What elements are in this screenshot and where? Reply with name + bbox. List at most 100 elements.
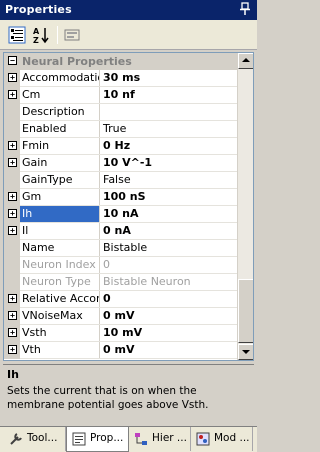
property-row[interactable]: + Il 0 nA (4, 223, 238, 240)
property-value[interactable] (101, 104, 238, 120)
property-row[interactable]: + Cm 10 nf (4, 87, 238, 104)
row-gutter: + (4, 223, 20, 240)
property-row[interactable]: Neuron Type Bistable Neuron (4, 274, 238, 291)
property-name[interactable]: Description (20, 104, 100, 120)
property-value[interactable]: True (101, 121, 238, 137)
property-pages-icon[interactable] (63, 26, 81, 44)
property-value[interactable]: 10 mV (101, 325, 238, 341)
property-name[interactable]: Ih (20, 206, 100, 222)
property-grid-rows: − Neural Properties +Accommodation30 ms+… (4, 53, 238, 359)
property-value[interactable]: 0 nA (101, 223, 238, 239)
row-gutter: + (4, 291, 20, 308)
property-value: Bistable Neuron (103, 275, 191, 288)
property-row[interactable]: Name Bistable (4, 240, 238, 257)
tab-wrench[interactable]: Tool... (4, 427, 66, 451)
property-grid: − Neural Properties +Accommodation30 ms+… (3, 52, 254, 361)
row-gutter: + (4, 155, 20, 172)
property-value[interactable]: 0 (101, 291, 238, 307)
property-row[interactable]: + Fmin 0 Hz (4, 138, 238, 155)
property-name[interactable]: Neuron Index (20, 257, 100, 273)
toolbar-separator (57, 26, 58, 44)
property-row[interactable]: Enabled True (4, 121, 238, 138)
property-name[interactable]: Enabled (20, 121, 100, 137)
property-row[interactable]: Description (4, 104, 238, 121)
expand-icon[interactable]: + (8, 311, 17, 320)
property-name[interactable]: GainType (20, 172, 100, 188)
row-gutter (4, 257, 20, 274)
property-row[interactable]: + Gm 100 nS (4, 189, 238, 206)
collapse-icon[interactable]: − (8, 56, 17, 65)
property-value[interactable]: 30 ms (101, 70, 238, 86)
tab-hierarchy[interactable]: Hier ... (129, 427, 191, 451)
property-name[interactable]: Accommodation (20, 70, 100, 86)
row-gutter: + (4, 325, 20, 342)
panel-titlebar: Properties (0, 0, 257, 20)
hierarchy-icon (135, 433, 147, 445)
arrow-up-icon (242, 58, 250, 62)
property-row[interactable]: + VNoiseMax 0 mV (4, 308, 238, 325)
row-gutter: + (4, 189, 20, 206)
property-name[interactable]: Il (20, 223, 100, 239)
property-value[interactable]: 10 V^-1 (101, 155, 238, 171)
scroll-down-button[interactable] (238, 344, 253, 360)
property-row[interactable]: + Ih 10 nA (4, 206, 238, 223)
property-value[interactable]: 10 nA (101, 206, 238, 222)
scroll-thumb[interactable] (238, 279, 253, 343)
category-gutter: − (4, 53, 20, 70)
expand-icon[interactable]: + (8, 192, 17, 201)
property-value[interactable]: Bistable (101, 240, 238, 256)
property-name[interactable]: Name (20, 240, 100, 256)
property-value[interactable]: False (101, 172, 238, 188)
tab-modules[interactable]: Mod ... (191, 427, 253, 451)
expand-icon[interactable]: + (8, 73, 17, 82)
property-row[interactable]: +Accommodation30 ms (4, 70, 238, 87)
property-value[interactable]: 0 mV (101, 308, 238, 324)
row-gutter: + (4, 70, 20, 87)
property-name[interactable]: Cm (20, 87, 100, 103)
pin-icon[interactable] (239, 2, 251, 16)
property-row[interactable]: + Vth 0 mV (4, 342, 238, 359)
property-row[interactable]: + Relative Accom 0 (4, 291, 238, 308)
tab-properties[interactable]: Prop... (66, 427, 129, 452)
categorized-view-icon[interactable] (8, 26, 26, 44)
row-gutter: + (4, 308, 20, 325)
category-row[interactable]: − Neural Properties (4, 53, 238, 70)
description-text: Sets the current that is on when the mem… (7, 385, 209, 411)
property-row[interactable]: + Gain 10 V^-1 (4, 155, 238, 172)
property-name[interactable]: VNoiseMax (20, 308, 100, 324)
property-name[interactable]: Vsth (20, 325, 100, 341)
property-name[interactable]: Neuron Type (20, 274, 100, 290)
property-value[interactable]: 0 mV (101, 342, 238, 358)
property-name[interactable]: Relative Accom (20, 291, 100, 307)
vertical-scrollbar[interactable] (237, 53, 253, 360)
row-gutter (4, 274, 20, 291)
row-gutter (4, 121, 20, 138)
property-name[interactable]: Vth (20, 342, 100, 358)
expand-icon[interactable]: + (8, 141, 17, 150)
property-row[interactable]: Neuron Index 0 (4, 257, 238, 274)
expand-icon[interactable]: + (8, 294, 17, 303)
property-name[interactable]: Fmin (20, 138, 100, 154)
expand-icon[interactable]: + (8, 345, 17, 354)
category-label: Neural Properties (22, 55, 132, 68)
property-value[interactable]: 100 nS (101, 189, 238, 205)
row-gutter (4, 240, 20, 257)
property-name[interactable]: Gm (20, 189, 100, 205)
modules-icon (196, 432, 210, 446)
expand-icon[interactable]: + (8, 158, 17, 167)
property-name[interactable]: Gain (20, 155, 100, 171)
row-gutter (4, 172, 20, 189)
property-row[interactable]: + Vsth 10 mV (4, 325, 238, 342)
expand-icon[interactable]: + (8, 226, 17, 235)
expand-icon[interactable]: + (8, 328, 17, 337)
tab-label: Prop... (90, 432, 124, 444)
scroll-up-button[interactable] (238, 53, 253, 69)
row-gutter: + (4, 138, 20, 155)
expand-icon[interactable]: + (8, 209, 17, 218)
property-value[interactable]: 0 Hz (101, 138, 238, 154)
expand-icon[interactable]: + (8, 90, 17, 99)
alphabetical-view-icon[interactable]: A Z (32, 26, 50, 44)
properties-toolbar: A Z (0, 20, 257, 50)
property-value[interactable]: 10 nf (101, 87, 238, 103)
property-row[interactable]: GainType False (4, 172, 238, 189)
